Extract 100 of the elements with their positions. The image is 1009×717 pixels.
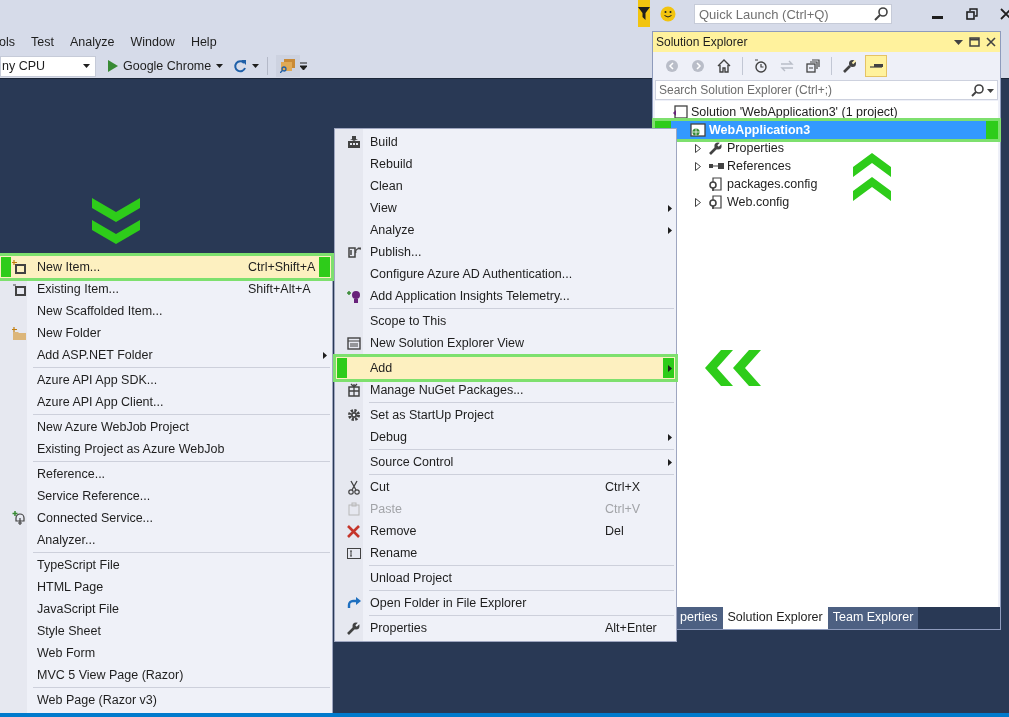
- close-icon[interactable]: [1000, 8, 1009, 20]
- lightbulb-icon: [346, 288, 361, 304]
- wrench-icon: [347, 621, 360, 635]
- play-icon: [108, 60, 118, 72]
- menu-item[interactable]: Add ASP.NET Folder: [0, 344, 331, 366]
- rename-icon: [346, 547, 361, 559]
- menu-item[interactable]: Properties Alt+Enter: [336, 617, 675, 639]
- caret-icon: [987, 88, 994, 93]
- panel-tab[interactable]: perties: [675, 607, 723, 629]
- panel-tab[interactable]: Solution Explorer: [722, 607, 828, 629]
- menu-item[interactable]: New Scaffolded Item...: [0, 300, 331, 322]
- menu-item[interactable]: Open Folder in File Explorer: [336, 592, 675, 614]
- tree-item[interactable]: Solution 'WebApplication3' (1 project): [655, 103, 998, 121]
- caret-icon: [83, 64, 90, 68]
- menu-item[interactable]: JavaScript File: [0, 598, 331, 620]
- existing-item-icon: [12, 282, 26, 296]
- config-file-icon: [708, 195, 724, 209]
- filter-button[interactable]: [638, 0, 650, 27]
- menu-item[interactable]: Manage NuGet Packages...: [336, 379, 675, 401]
- smiley-icon[interactable]: [660, 6, 676, 22]
- menu-item[interactable]: HTML Page: [0, 576, 331, 598]
- wrench-icon: [708, 141, 724, 155]
- panel-tab[interactable]: Team Explorer: [827, 607, 919, 629]
- menu-item[interactable]: Cut Ctrl+X: [336, 476, 675, 498]
- menu-item[interactable]: Reference...: [0, 463, 331, 485]
- menu-item[interactable]: Remove Del: [336, 520, 675, 542]
- new-item-icon: [12, 260, 26, 274]
- funnel-icon: [638, 7, 650, 20]
- menu-item[interactable]: Analyzer...: [0, 529, 331, 551]
- restore-icon[interactable]: [966, 8, 978, 20]
- menu-item[interactable]: Set as StartUp Project: [336, 404, 675, 426]
- close-icon: [347, 524, 360, 538]
- shortcut-label: Alt+Enter: [605, 621, 658, 635]
- gear-icon: [346, 408, 361, 422]
- folder-icon: [12, 326, 26, 340]
- build-icon: [346, 135, 361, 149]
- menu-item[interactable]: Azure API App Client...: [0, 391, 331, 413]
- menu-bar-item[interactable]: Help: [190, 35, 217, 49]
- menu-item[interactable]: Publish...: [336, 241, 675, 263]
- wrench-icon: [843, 59, 857, 73]
- menu-item[interactable]: Web Form: [0, 642, 331, 664]
- menu-bar-item[interactable]: ols: [0, 35, 15, 49]
- menu-bar-item[interactable]: Test: [31, 35, 54, 49]
- run-button[interactable]: Google Chrome: [108, 59, 224, 73]
- overflow-icon[interactable]: [300, 62, 308, 70]
- menu-item[interactable]: Connected Service...: [0, 507, 331, 529]
- shortcut-label: Ctrl+Shift+A: [248, 260, 317, 274]
- config-file-icon: [708, 177, 724, 191]
- refresh-icon[interactable]: [233, 59, 248, 73]
- curved-arrow-icon: [346, 597, 361, 609]
- maximize-icon[interactable]: [969, 37, 980, 47]
- menu-item[interactable]: Analyze: [336, 219, 675, 241]
- menu-bar-item[interactable]: Window: [130, 35, 175, 49]
- shortcut-label: Ctrl+V: [605, 502, 642, 516]
- caret-icon: [216, 64, 224, 68]
- search-field[interactable]: Search Solution Explorer (Ctrl+;): [655, 80, 998, 100]
- menu-item[interactable]: New Azure WebJob Project: [0, 416, 331, 438]
- menu-item[interactable]: Azure API App SDK...: [0, 369, 331, 391]
- menu-item[interactable]: Web Page (Razor v3): [0, 689, 331, 711]
- package-icon: [347, 383, 360, 397]
- clock-icon: [754, 59, 768, 73]
- close-icon[interactable]: [986, 37, 996, 47]
- shortcut-label: Del: [605, 524, 625, 538]
- menu-item[interactable]: Existing Item... Shift+Alt+A: [0, 278, 331, 300]
- dropdown-caret-icon[interactable]: [954, 39, 963, 45]
- web-project-icon: [690, 123, 706, 137]
- expand-triangle-icon: [695, 197, 701, 207]
- menu-item[interactable]: Configure Azure AD Authentication...: [336, 263, 675, 285]
- menu-item[interactable]: New Item... Ctrl+Shift+A: [0, 256, 331, 278]
- shortcut-label: Shift+Alt+A: [248, 282, 312, 296]
- menu-item[interactable]: Unload Project: [336, 567, 675, 589]
- menu-item[interactable]: Source Control: [336, 451, 675, 473]
- forward-icon: [691, 59, 705, 73]
- window-icon: [346, 336, 361, 350]
- menu-item[interactable]: MVC 5 View Page (Razor): [0, 664, 331, 686]
- collapse-all-icon: [806, 59, 820, 73]
- menu-item[interactable]: Debug: [336, 426, 675, 448]
- menu-item[interactable]: TypeScript File: [0, 554, 331, 576]
- platform-dropdown[interactable]: ny CPU: [0, 55, 96, 77]
- menu-item[interactable]: Service Reference...: [0, 485, 331, 507]
- menu-bar-item[interactable]: Analyze: [69, 35, 115, 49]
- menu-item[interactable]: Rename: [336, 542, 675, 564]
- menu-item[interactable]: New Solution Explorer View: [336, 332, 675, 354]
- menu-item[interactable]: New Folder: [0, 322, 331, 344]
- quick-launch-field[interactable]: Quick Launch (Ctrl+Q): [694, 4, 892, 24]
- menu-item[interactable]: Style Sheet: [0, 620, 331, 642]
- back-icon: [665, 59, 679, 73]
- menu-item[interactable]: Scope to This: [336, 310, 675, 332]
- menu-item[interactable]: Existing Project as Azure WebJob: [0, 438, 331, 460]
- double-chevron-left-icon: [705, 350, 761, 386]
- caret-icon: [252, 64, 260, 68]
- search-icon: [971, 84, 984, 97]
- panel-title: Solution Explorer: [656, 35, 748, 49]
- menu-item[interactable]: Add Application Insights Telemetry...: [336, 285, 675, 307]
- menu-item[interactable]: Add: [336, 357, 675, 379]
- home-icon: [717, 59, 731, 73]
- double-chevron-down-icon: [92, 198, 140, 244]
- scissors-icon: [347, 479, 360, 495]
- shortcut-label: Ctrl+X: [605, 480, 642, 494]
- double-chevron-up-icon: [853, 153, 891, 201]
